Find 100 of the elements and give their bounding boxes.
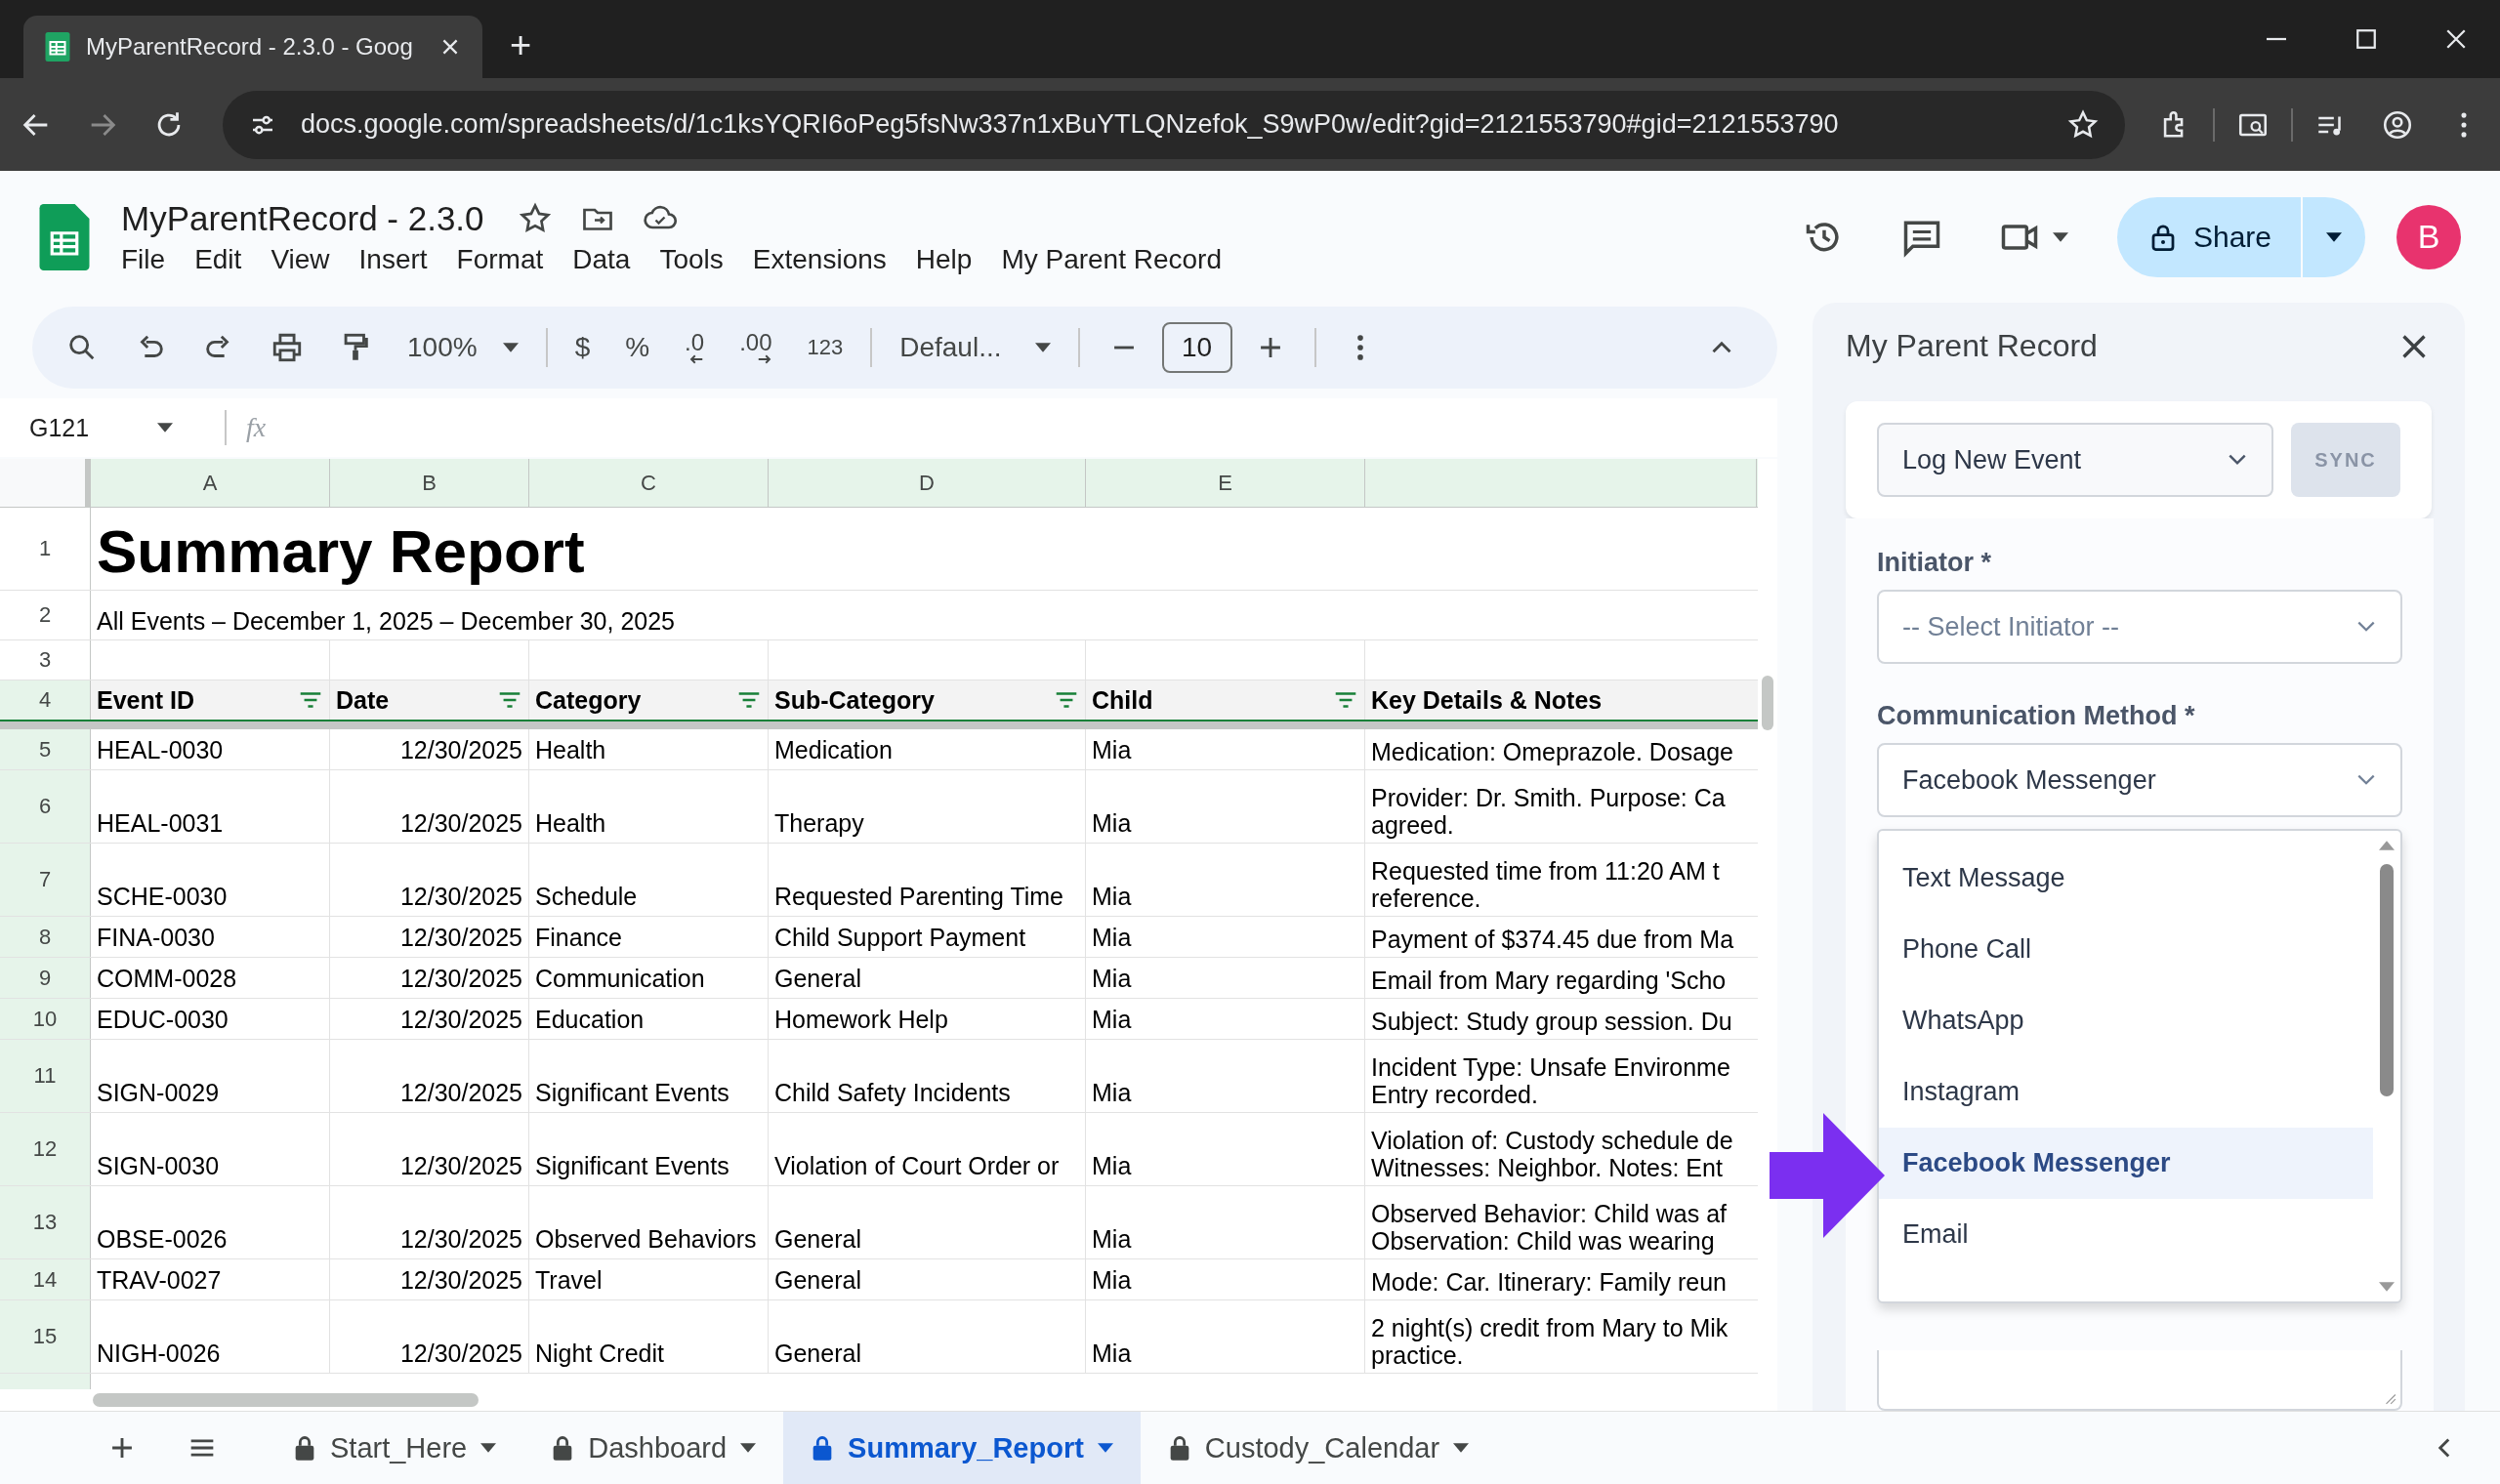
font-size-field[interactable]: 10 [1161, 322, 1232, 373]
dropdown-option[interactable]: Facebook Messenger [1879, 1128, 2373, 1199]
row-number[interactable]: 4 [0, 680, 91, 720]
table-cell: 2 night(s) credit from Mary to Mik [1371, 1313, 1729, 1342]
menu-item[interactable]: Edit [194, 243, 242, 275]
table-cell: Entry recorded. [1371, 1081, 1538, 1109]
currency-button[interactable]: $ [574, 332, 591, 363]
filter-icon[interactable] [1333, 691, 1358, 709]
scroll-down-icon[interactable] [2379, 1282, 2395, 1292]
menu-item[interactable]: Insert [358, 243, 428, 275]
table-cell: 12/30/2025 [399, 1340, 522, 1368]
decrease-decimal-button[interactable]: .0 [685, 331, 705, 364]
column-header[interactable]: B [330, 459, 529, 507]
method-select[interactable]: Facebook Messenger [1877, 743, 2402, 817]
table-cell: SIGN-0030 [97, 1152, 220, 1180]
column-header[interactable]: A [91, 459, 330, 507]
notes-field[interactable] [1877, 1350, 2402, 1411]
font-dropdown[interactable]: Defaul... [899, 332, 1051, 363]
column-header[interactable]: C [529, 459, 769, 507]
sheet-tab[interactable]: Summary_Report [783, 1412, 1141, 1484]
menu-item[interactable]: My Parent Record [1001, 243, 1222, 275]
column-header[interactable]: D [769, 459, 1086, 507]
menu-item[interactable]: Extensions [752, 243, 887, 275]
table-cell: Child Support Payment [774, 924, 1026, 952]
table-cell: 12/30/2025 [399, 965, 522, 993]
row-number[interactable]: 14 [0, 1259, 91, 1299]
table-cell: Mode: Car. Itinerary: Family reun [1371, 1268, 1727, 1297]
row-number[interactable]: 13 [0, 1186, 91, 1258]
row-number[interactable]: 6 [0, 770, 91, 843]
avatar[interactable]: B [2396, 204, 2461, 269]
filter-icon[interactable] [298, 691, 323, 709]
mode-select[interactable]: Log New Event [1877, 423, 2273, 497]
font-name: Defaul... [899, 332, 1002, 363]
menu-item[interactable]: Format [456, 243, 544, 275]
table-cell: Mia [1092, 1079, 1132, 1107]
name-box[interactable]: G121 [0, 413, 195, 442]
table-cell: Subject: Study group session. Du [1371, 1008, 1732, 1036]
lock-icon [293, 1434, 316, 1462]
table-cell: agreed. [1371, 811, 1454, 840]
scroll-up-icon[interactable] [2379, 841, 2395, 850]
row-number[interactable]: 11 [0, 1040, 91, 1112]
print-icon[interactable] [271, 331, 304, 364]
row-number[interactable]: 7 [0, 844, 91, 916]
scroll-thumb[interactable] [2380, 864, 2394, 1096]
table-cell: Health [535, 736, 606, 764]
new-tab-button[interactable]: + [510, 24, 532, 66]
tab-title: MyParentRecord - 2.3.0 - Goog [86, 33, 414, 61]
caret-icon [740, 1443, 757, 1453]
dropdown-option[interactable]: Email [1879, 1199, 2373, 1270]
row-number[interactable]: 5 [0, 729, 91, 769]
caret-icon [157, 423, 174, 433]
row-number[interactable]: 12 [0, 1113, 91, 1185]
table-cell: Mia [1092, 809, 1132, 838]
menu-item[interactable]: File [121, 243, 166, 275]
initiator-select[interactable]: -- Select Initiator -- [1877, 590, 2402, 664]
caret-icon [502, 343, 519, 352]
dropdown-option[interactable]: Instagram [1879, 1056, 2373, 1128]
resize-grip-icon[interactable] [2383, 1391, 2396, 1405]
row-number[interactable]: 10 [0, 999, 91, 1039]
sheet-tab[interactable]: Custody_Calendar [1140, 1412, 1497, 1484]
percent-button[interactable]: % [625, 332, 650, 363]
menu-item[interactable]: Tools [659, 243, 724, 275]
filter-icon[interactable] [497, 691, 522, 709]
table-cell: TRAV-0027 [97, 1266, 222, 1295]
filter-icon[interactable] [1054, 691, 1079, 709]
increase-decimal-button[interactable]: .00 [739, 331, 772, 364]
table-cell: Communication [535, 965, 705, 993]
menu-item[interactable]: Help [915, 243, 973, 275]
table-cell: Requested time from 11:20 AM t [1371, 856, 1720, 886]
row-number[interactable]: 8 [0, 917, 91, 957]
menu-item[interactable]: Data [572, 243, 631, 275]
row-number[interactable]: 9 [0, 958, 91, 998]
filter-icon[interactable] [736, 691, 762, 709]
table-cell: Witnesses: Neighbor. Notes: Ent [1371, 1154, 1723, 1182]
table-cell: Observation: Child was wearing [1371, 1227, 1715, 1256]
address-bar[interactable]: docs.google.com/spreadsheets/d/1c1ksYQRI6oPeg5fsNw337n1xBuYTLQNzefok_S9wP0w/edit?gid=2121553790#gid=2121553790 [223, 90, 2125, 159]
sheets-logo-icon[interactable] [39, 203, 90, 270]
table-cell: Requested Parenting Time [774, 883, 1063, 911]
field-label: Initiator * [1877, 548, 1992, 578]
dropdown-option[interactable]: WhatsApp [1879, 985, 2373, 1056]
chevron-down-icon [2355, 620, 2377, 634]
dropdown-option[interactable]: Phone Call [1879, 914, 2373, 985]
sheet-tab[interactable]: Start_Here [266, 1412, 524, 1484]
sheet-tab[interactable]: Dashboard [523, 1412, 784, 1484]
table-cell: SIGN-0029 [97, 1079, 220, 1107]
dropdown-option[interactable]: Text Message [1879, 843, 2373, 914]
share-button[interactable]: Share [2116, 196, 2301, 277]
browser-tab[interactable]: MyParentRecord - 2.3.0 - Goog [23, 16, 482, 78]
column-title: Date [336, 685, 390, 715]
row-number[interactable]: 15 [0, 1300, 91, 1373]
menu-item[interactable]: View [271, 243, 330, 275]
number-format-button[interactable]: 123 [807, 335, 844, 360]
table-cell: Violation of: Custody schedule de [1371, 1126, 1733, 1155]
table-cell: NIGH-0026 [97, 1340, 221, 1368]
zoom-dropdown[interactable]: 100% [407, 332, 519, 363]
table-cell: Therapy [774, 809, 864, 838]
table-cell: SCHE-0030 [97, 883, 228, 911]
report-title: Summary Report [97, 516, 585, 586]
column-header[interactable]: E [1086, 459, 1365, 507]
document-title[interactable]: MyParentRecord - 2.3.0 [121, 198, 484, 238]
